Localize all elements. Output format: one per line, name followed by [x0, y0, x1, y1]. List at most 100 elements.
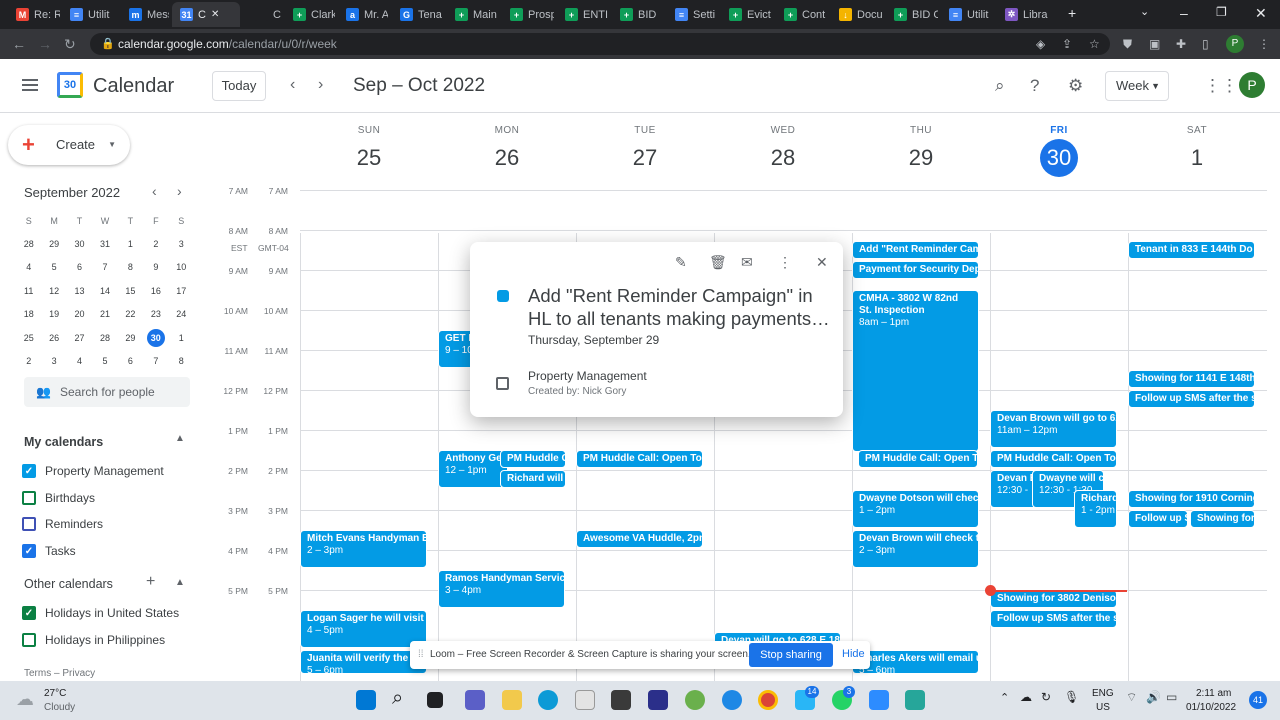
collapse-other-icon[interactable]: ▲	[175, 577, 185, 588]
mini-day[interactable]: 8	[169, 349, 194, 372]
mini-day[interactable]: 22	[118, 303, 143, 326]
mini-day[interactable]: 18	[16, 303, 41, 326]
browser-tab[interactable]: + ENTI	[557, 2, 609, 27]
add-calendar-icon[interactable]: +	[146, 573, 155, 591]
browser-tab[interactable]: + Prosp	[502, 2, 554, 27]
mini-day[interactable]: 23	[143, 303, 168, 326]
browser-tab[interactable]: + BID C	[886, 2, 938, 27]
search-people-input[interactable]: 👥 Search for people	[24, 377, 190, 407]
mini-day[interactable]: 15	[118, 279, 143, 302]
browser-tab[interactable]: ✲ Libra	[997, 2, 1049, 27]
forward-icon[interactable]: →	[38, 36, 52, 52]
calendar-event[interactable]: Mitch Evans Handyman Bo 2 – 3pm	[300, 530, 427, 568]
calendar-event[interactable]: Richard will	[500, 470, 566, 488]
mini-day[interactable]: 30	[67, 232, 92, 255]
reload-icon[interactable]: ↻	[64, 36, 76, 53]
mini-day[interactable]: 5	[92, 349, 117, 372]
help-icon[interactable]: ?	[1030, 76, 1039, 96]
mini-day[interactable]: 30	[143, 326, 168, 349]
day-header[interactable]: THU 29	[852, 125, 990, 177]
puzzle-icon[interactable]: ✚	[1176, 37, 1186, 51]
collapse-icon[interactable]: ▲	[175, 433, 185, 444]
mini-day[interactable]: 3	[41, 349, 66, 372]
browser-tab[interactable]: + Clark	[285, 2, 335, 27]
calendar-event[interactable]: Showing for 3802 Denison	[990, 590, 1117, 608]
calendar-event[interactable]: PM Huddle Call: Open ToD	[990, 450, 1117, 468]
mini-day[interactable]: 29	[118, 326, 143, 349]
search-icon[interactable]: ⌕	[995, 76, 1005, 96]
browser-tab[interactable]: ↓ Docu	[831, 2, 883, 27]
back-icon[interactable]: ←	[12, 36, 26, 52]
close-popup-icon[interactable]: ✕	[816, 254, 828, 271]
menu-kebab-icon[interactable]: ⋮	[1258, 37, 1270, 51]
new-tab-icon[interactable]: +	[1068, 5, 1076, 21]
calendar-event[interactable]: PM Huddle Call: Open ToD	[576, 450, 703, 468]
browser-tab[interactable]: 31 C ✕	[172, 2, 240, 27]
tab-close-icon[interactable]: ✕	[211, 9, 219, 20]
calendar-event[interactable]: Devan Brown will go to 628 11am – 12pm	[990, 410, 1117, 448]
calendar-event[interactable]: Logan Sager he will visit th 4 – 5pm	[300, 610, 427, 648]
language[interactable]: ENG	[1092, 688, 1114, 699]
maximize-icon[interactable]: ❐	[1216, 5, 1227, 19]
calendar-event[interactable]: Payment for Security Dep	[852, 261, 979, 279]
tray-cloud-icon[interactable]: ☁	[1020, 690, 1032, 704]
mini-day[interactable]: 4	[67, 349, 92, 372]
main-menu-icon[interactable]	[22, 79, 38, 91]
clock-time[interactable]: 2:11 am	[1196, 688, 1231, 699]
tray-mic-icon[interactable]: 🎙	[1064, 690, 1079, 704]
day-header[interactable]: SUN 25	[300, 125, 438, 177]
tray-sync-icon[interactable]: ↻	[1041, 690, 1051, 704]
calendar-event[interactable]: Follow up SM	[1128, 510, 1188, 528]
calendar-event[interactable]: Follow up SMS after the sh	[1128, 390, 1255, 408]
mini-day[interactable]: 16	[143, 279, 168, 302]
privacy-link[interactable]: Privacy	[62, 668, 95, 679]
stop-sharing-button[interactable]: Stop sharing	[749, 643, 833, 667]
drag-handle-icon[interactable]: ⁞⁞	[418, 649, 424, 660]
teams-chat-icon[interactable]	[465, 690, 485, 710]
weather-cloud-icon[interactable]: ☁	[16, 689, 34, 710]
calendar-event[interactable]: Charles Akers will email us 5 – 6pm	[852, 650, 979, 674]
mini-prev-icon[interactable]: ‹	[152, 183, 157, 199]
day-number[interactable]: 25	[350, 139, 388, 177]
mini-day[interactable]: 10	[169, 256, 194, 279]
task-view-icon[interactable]	[427, 692, 443, 708]
clock-date[interactable]: 01/10/2022	[1186, 702, 1236, 713]
mini-day[interactable]: 6	[67, 256, 92, 279]
checkbox-icon[interactable]	[22, 632, 36, 647]
app-icon-flower[interactable]	[722, 690, 742, 710]
calendar-event[interactable]: Showing for 1910 Corning	[1128, 490, 1255, 508]
mini-day[interactable]: 19	[41, 303, 66, 326]
weather-condition[interactable]: Cloudy	[44, 702, 75, 713]
share-icon[interactable]: ⇪	[1062, 37, 1072, 51]
account-avatar[interactable]: P	[1239, 72, 1265, 98]
minimize-icon[interactable]: –	[1180, 5, 1188, 21]
mini-day[interactable]: 5	[41, 256, 66, 279]
mini-day[interactable]: 3	[169, 232, 194, 255]
checkbox-icon[interactable]: ✓	[22, 606, 36, 620]
calendar-event[interactable]: Awesome VA Huddle, 2pm	[576, 530, 703, 548]
mini-day[interactable]: 28	[16, 232, 41, 255]
day-header[interactable]: FRI 30	[990, 125, 1128, 177]
calendar-toggle-1[interactable]: Holidays in Philippines	[22, 631, 165, 649]
day-header[interactable]: MON 26	[438, 125, 576, 177]
day-number[interactable]: 27	[626, 139, 664, 177]
checkbox-icon[interactable]: ✓	[22, 544, 36, 559]
calendar-event[interactable]: Anthony Gei 12 – 1pm	[438, 450, 508, 488]
tray-chevron-icon[interactable]: ⌃	[1000, 691, 1009, 704]
weather-temp[interactable]: 27°C	[44, 688, 66, 699]
checkbox-icon[interactable]	[22, 517, 36, 532]
day-number[interactable]: 30	[1040, 139, 1078, 177]
tab-search-icon[interactable]: ⌄	[1140, 5, 1149, 18]
apps-grid-icon[interactable]: ⋮⋮	[1204, 76, 1238, 96]
zoom-icon[interactable]	[869, 690, 889, 710]
mini-day[interactable]: 9	[143, 256, 168, 279]
mini-day[interactable]: 2	[16, 349, 41, 372]
browser-tab[interactable]: ≡ Utilit	[941, 2, 993, 27]
mini-day[interactable]: 27	[67, 326, 92, 349]
calendar-event[interactable]: Add "Rent Reminder Cam	[852, 241, 979, 259]
calendar-toggle-3[interactable]: ✓ Tasks	[22, 542, 76, 560]
calendar-event[interactable]: Ramos Handyman Service 3 – 4pm	[438, 570, 565, 608]
browser-tab[interactable]: + Cont	[776, 2, 828, 27]
day-header[interactable]: SAT 1	[1128, 125, 1266, 177]
url-text[interactable]: calendar.google.com/calendar/u/0/r/week	[118, 37, 337, 51]
